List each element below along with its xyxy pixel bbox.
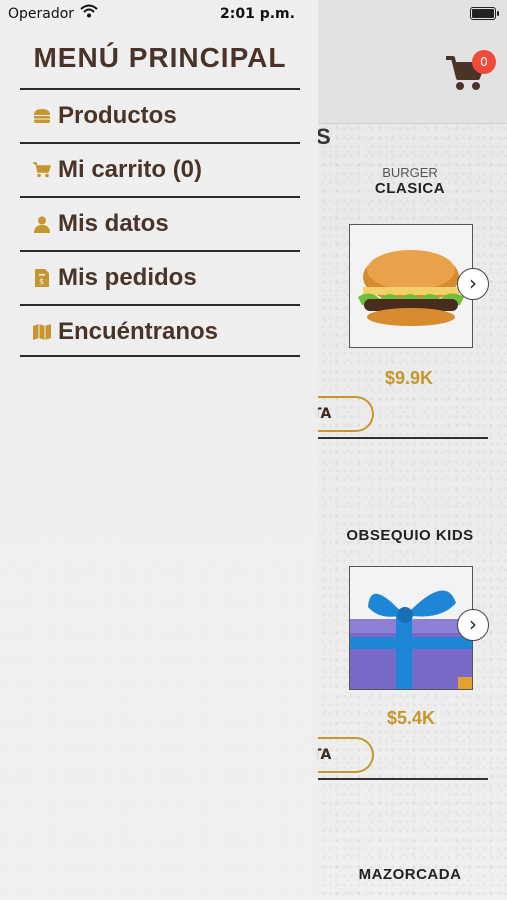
- menu-item-label: Mi carrito (0): [58, 156, 203, 183]
- menu-title: MENÚ PRINCIPAL: [33, 42, 287, 73]
- menu-item-label: Mis pedidos: [58, 264, 197, 291]
- product-divider: [318, 437, 488, 439]
- product-image-gift[interactable]: [349, 566, 473, 690]
- status-time: 2:01 p.m.: [220, 6, 295, 22]
- user-icon: [28, 214, 56, 234]
- menu-item-label: Productos: [58, 102, 177, 129]
- product-title: CLASICA: [374, 180, 446, 197]
- section-title-fragment: S: [316, 124, 331, 149]
- burger-icon: [28, 106, 56, 126]
- menu-item-encuentranos[interactable]: Encuéntranos: [20, 306, 300, 358]
- battery-icon: [470, 7, 499, 20]
- carrier-label: Operador: [8, 6, 75, 22]
- menu-item-mis-datos[interactable]: Mis datos: [20, 198, 300, 250]
- cart-count-badge: 0: [472, 50, 496, 74]
- next-arrow-button[interactable]: ›: [457, 609, 489, 641]
- next-arrow-button[interactable]: ›: [457, 268, 489, 300]
- product-price: $9.9K: [385, 368, 434, 388]
- add-to-cart-button[interactable]: TA: [310, 737, 374, 773]
- menu-item-mi-carrito[interactable]: Mi carrito (0): [20, 144, 300, 196]
- gift-image: [350, 590, 472, 689]
- product-title: MAZORCADA: [358, 866, 462, 883]
- menu-item-label: Encuéntranos: [58, 318, 219, 345]
- product-price: $5.4K: [387, 708, 436, 728]
- add-to-cart-button[interactable]: TA: [310, 396, 374, 432]
- chevron-right-icon: ›: [469, 271, 477, 295]
- wifi-icon: [80, 4, 98, 18]
- status-bar: Operador 2:01 p.m.: [0, 0, 507, 28]
- svg-text:$: $: [39, 277, 44, 286]
- product-card-1: BURGER CLASICA: [360, 165, 460, 197]
- product-title: OBSEQUIO KIDS: [346, 527, 474, 544]
- menu-divider: [20, 355, 300, 357]
- product-divider: [318, 778, 488, 780]
- menu-item-label: Mis datos: [58, 210, 169, 237]
- map-icon: [28, 322, 56, 342]
- burger-image: [358, 250, 464, 326]
- cart-icon: [28, 160, 56, 180]
- menu-item-productos[interactable]: Productos: [20, 90, 300, 142]
- product-card-2: OBSEQUIO KIDS: [345, 527, 475, 544]
- chevron-right-icon: ›: [469, 612, 477, 636]
- product-image-burger[interactable]: [349, 224, 473, 348]
- menu-item-mis-pedidos[interactable]: $ Mis pedidos: [20, 252, 300, 304]
- side-menu: MENÚ PRINCIPAL Productos Mi carrito (0) …: [0, 0, 318, 900]
- product-card-3: MAZORCADA: [355, 866, 465, 883]
- receipt-icon: $: [28, 268, 56, 288]
- product-subtitle: BURGER: [382, 165, 438, 180]
